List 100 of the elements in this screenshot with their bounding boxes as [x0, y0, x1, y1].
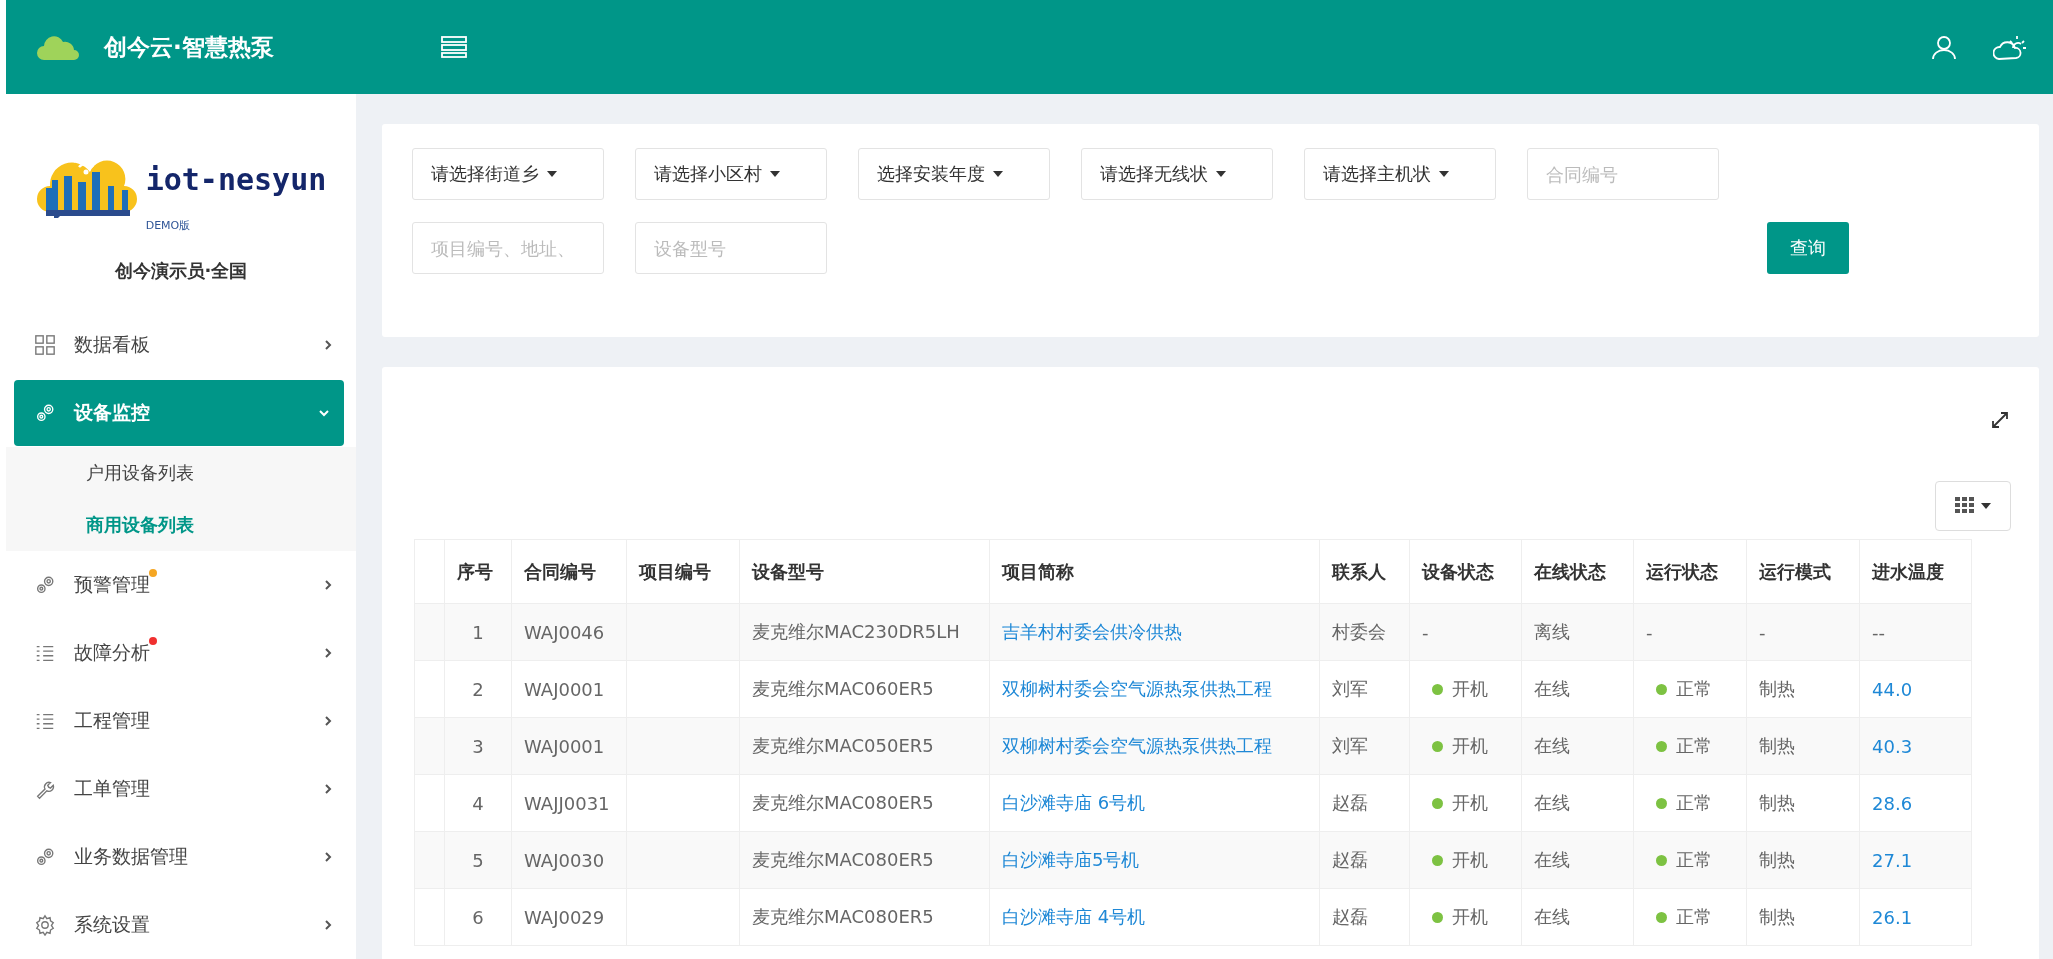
column-header: 运行模式 [1746, 539, 1860, 604]
project-link[interactable]: 白沙滩寺庙 6号机 [1002, 792, 1146, 813]
status-dot [1656, 912, 1667, 923]
device-status: 开机 [1422, 849, 1488, 870]
dropdown[interactable]: 请选择主机状 [1304, 148, 1496, 200]
status-dot [1432, 912, 1443, 923]
logo-text: iot-nesyun [145, 165, 327, 195]
table-cell: 刘军 [1319, 660, 1410, 718]
column-header: 设备型号 [739, 539, 990, 604]
status-dot [1656, 741, 1667, 752]
table-cell: WAJ0001 [511, 717, 627, 775]
table-cell: 2 [444, 660, 512, 718]
table-cell: 村委会 [1319, 603, 1410, 661]
chevron-icon [318, 407, 330, 419]
table-cell: -- [1872, 621, 1885, 643]
gears-icon [34, 846, 56, 868]
caret-icon [770, 171, 780, 177]
dropdown[interactable]: 请选择无线状 [1081, 148, 1273, 200]
dropdown[interactable]: 请选择街道乡 [412, 148, 604, 200]
table-cell: 刘军 [1319, 717, 1410, 775]
temperature-link[interactable]: 40.3 [1872, 735, 1913, 757]
dropdown[interactable]: 选择安装年度 [858, 148, 1050, 200]
chevron-icon [322, 783, 334, 795]
columns-button[interactable] [1935, 481, 2011, 531]
input-field[interactable]: 项目编号、地址、 [412, 222, 604, 274]
project-link[interactable]: 白沙滩寺庙5号机 [1002, 849, 1140, 870]
gears-icon [34, 402, 56, 424]
chevron-icon [322, 851, 334, 863]
table-cell: WAJ0046 [511, 603, 627, 661]
nav-label: 系统设置 [74, 912, 150, 937]
table-cell: 麦克维尔MAC080ER5 [739, 888, 990, 946]
run-status: 正常 [1646, 792, 1712, 813]
column-header: 联系人 [1319, 539, 1410, 604]
column-header: 在线状态 [1521, 539, 1634, 604]
table-cell: 在线 [1521, 774, 1634, 832]
caret-icon [547, 171, 557, 177]
table-cell: 离线 [1521, 603, 1634, 661]
table-cell: 5 [444, 831, 512, 889]
input-field[interactable]: 合同编号 [1527, 148, 1719, 200]
grid-icon [34, 334, 56, 356]
nav-item[interactable]: 设备监控 [14, 380, 344, 446]
nav-label: 工单管理 [74, 776, 150, 801]
table-cell: 在线 [1521, 660, 1634, 718]
device-status: 开机 [1422, 678, 1488, 699]
chevron-icon [322, 647, 334, 659]
nav-label: 故障分析 [74, 640, 150, 666]
caret-icon [1981, 503, 1991, 509]
table-cell: 6 [444, 888, 512, 946]
table-cell: WAJJ0031 [511, 774, 627, 832]
table-cell: 麦克维尔MAC230DR5LH [739, 603, 990, 661]
device-status: 开机 [1422, 735, 1488, 756]
temperature-link[interactable]: 26.1 [1872, 906, 1913, 928]
project-link[interactable]: 白沙滩寺庙 4号机 [1002, 906, 1146, 927]
table-cell: 赵磊 [1319, 888, 1410, 946]
menu-icon[interactable] [440, 35, 468, 59]
device-status: 开机 [1422, 792, 1488, 813]
nav-label: 预警管理 [74, 572, 150, 598]
nav-label: 业务数据管理 [74, 844, 188, 869]
chevron-icon [322, 579, 334, 591]
chevron-icon [322, 715, 334, 727]
submenu-item[interactable]: 商用设备列表 [86, 499, 356, 551]
status-dot [1656, 798, 1667, 809]
nav-label: 数据看板 [74, 332, 150, 357]
fullscreen-icon[interactable] [1989, 409, 2011, 431]
temperature-link[interactable]: 44.0 [1872, 678, 1913, 700]
column-header: 项目编号 [626, 539, 740, 604]
settings-icon [34, 914, 56, 936]
search-button[interactable]: 查询 [1767, 222, 1849, 274]
table-cell: - [1746, 603, 1860, 661]
table-cell: 在线 [1521, 831, 1634, 889]
table-cell: 麦克维尔MAC050ER5 [739, 717, 990, 775]
table-cell: 1 [444, 603, 512, 661]
dropdown[interactable]: 请选择小区村 [635, 148, 827, 200]
run-status: 正常 [1646, 678, 1712, 699]
table-cell: 制热 [1746, 774, 1860, 832]
status-dot [1432, 855, 1443, 866]
table-cell: 制热 [1746, 717, 1860, 775]
table-cell: 在线 [1521, 717, 1634, 775]
table-cell: WAJ0030 [511, 831, 627, 889]
nav-label: 设备监控 [74, 400, 150, 425]
run-status: 正常 [1646, 849, 1712, 870]
input-field[interactable]: 设备型号 [635, 222, 827, 274]
status-dot [1432, 741, 1443, 752]
table-cell: WAJ0029 [511, 888, 627, 946]
column-header: 合同编号 [511, 539, 627, 604]
chevron-icon [322, 919, 334, 931]
table-cell: WAJ0001 [511, 660, 627, 718]
temperature-link[interactable]: 28.6 [1872, 792, 1913, 814]
project-link[interactable]: 吉羊村村委会供冷供热 [1002, 621, 1182, 642]
logo-subtitle: DEMO版 [145, 218, 192, 233]
caret-icon [1216, 171, 1226, 177]
table-cell: 制热 [1746, 660, 1860, 718]
submenu-item[interactable]: 户用设备列表 [86, 447, 356, 499]
temperature-link[interactable]: 27.1 [1872, 849, 1913, 871]
app-title: 创今云·智慧热泵 [104, 32, 275, 62]
caret-icon [993, 171, 1003, 177]
user-icon[interactable] [1931, 34, 1957, 60]
caret-icon [1439, 171, 1449, 177]
column-header: 设备状态 [1409, 539, 1522, 604]
gears-icon [34, 574, 56, 596]
